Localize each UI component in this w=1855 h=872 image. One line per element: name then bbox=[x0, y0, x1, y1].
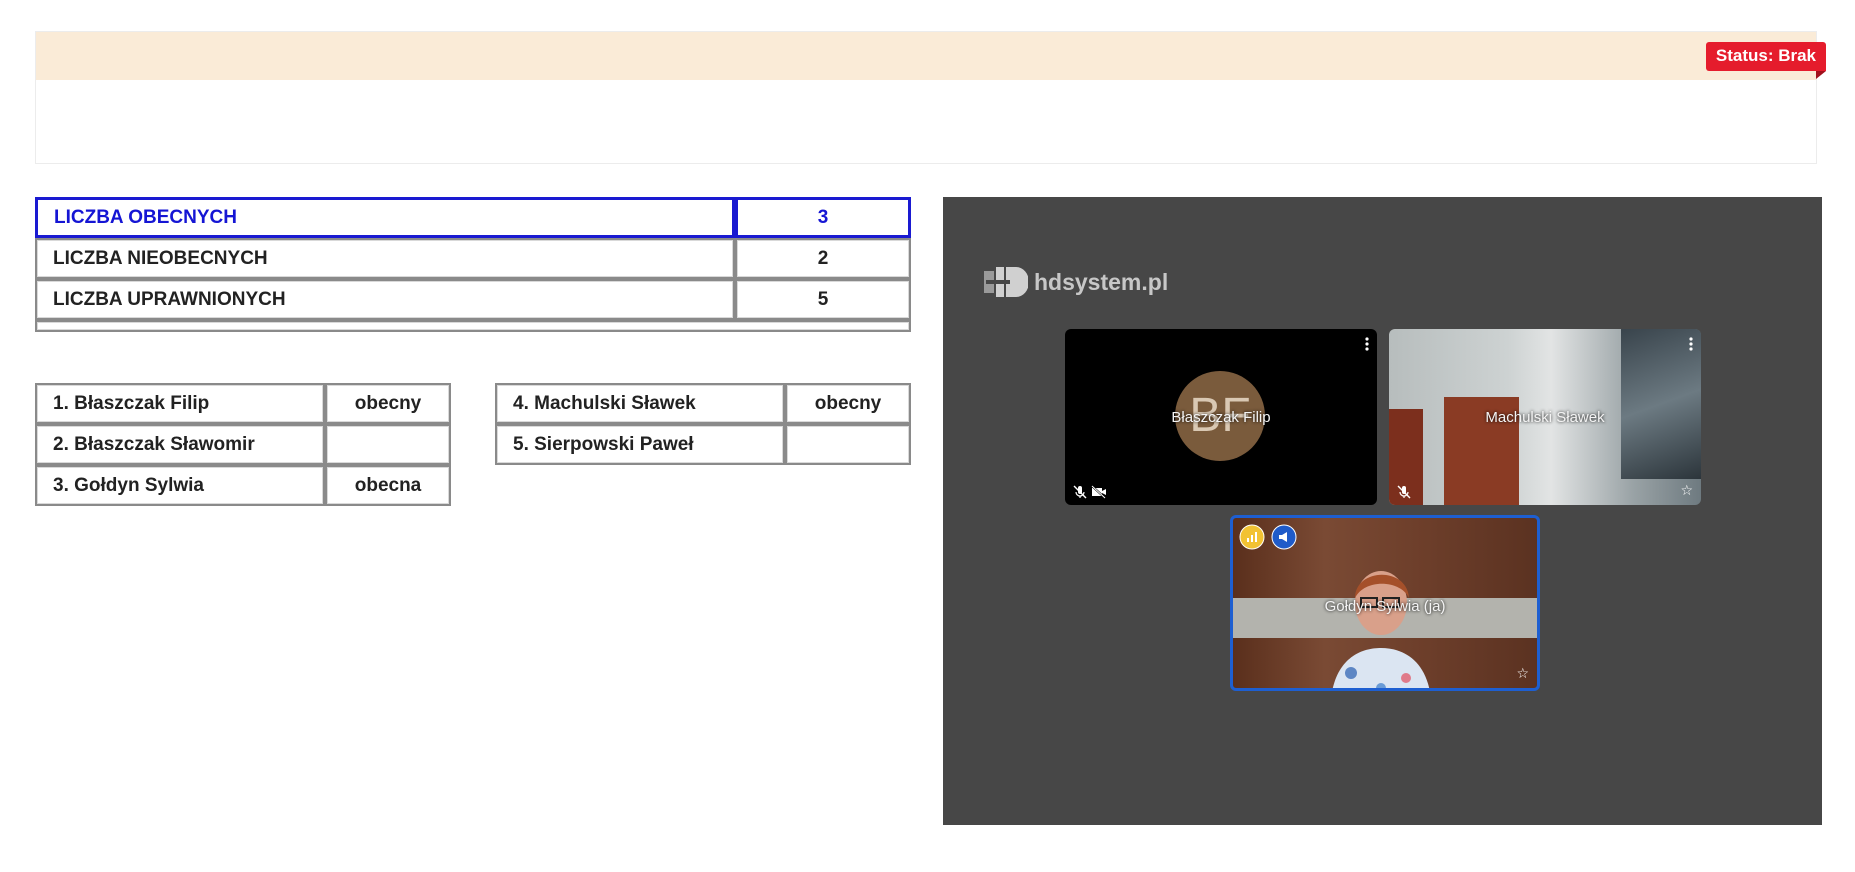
more-options-icon[interactable] bbox=[1689, 337, 1693, 351]
background-picture bbox=[1621, 329, 1701, 479]
tile-status-icons bbox=[1073, 485, 1107, 499]
hd-logo-icon bbox=[984, 267, 1028, 297]
hdsystem-logo: hdsystem.pl bbox=[984, 267, 1168, 297]
summary-label: LICZBA UPRAWNIONYCH bbox=[35, 279, 735, 320]
logo-text: hdsystem.pl bbox=[1034, 268, 1169, 295]
video-tile-goldyn-sylwia[interactable]: Gołdyn Sylwia (ja) ☆ bbox=[1230, 515, 1540, 691]
summary-row-eligible: LICZBA UPRAWNIONYCH 5 bbox=[35, 279, 911, 320]
summary-label: LICZBA OBECNYCH bbox=[35, 197, 735, 238]
tile-status-icons bbox=[1397, 485, 1411, 499]
mic-off-icon bbox=[1073, 485, 1087, 499]
member-status: obecny bbox=[325, 383, 451, 424]
table-row: 5. Sierpowski Paweł bbox=[495, 424, 911, 465]
member-name: 1. Błaszczak Filip bbox=[35, 383, 325, 424]
summary-value: 3 bbox=[735, 197, 911, 238]
summary-spacer-row bbox=[35, 320, 911, 332]
participant-name: Machulski Sławek bbox=[1485, 409, 1605, 426]
table-row: 3. Gołdyn Sylwia obecna bbox=[35, 465, 451, 506]
star-icon[interactable]: ☆ bbox=[1680, 482, 1693, 499]
video-tile-blaszczak-filip[interactable]: BF Błaszczak Filip bbox=[1065, 329, 1377, 505]
participant-name: Błaszczak Filip bbox=[1171, 409, 1271, 426]
summary-label: LICZBA NIEOBECNYCH bbox=[35, 238, 735, 279]
summary-row-present: LICZBA OBECNYCH 3 bbox=[35, 197, 911, 238]
table-row: 4. Machulski Sławek obecny bbox=[495, 383, 911, 424]
signal-strength-icon bbox=[1239, 524, 1265, 550]
participant-video-icon bbox=[1332, 571, 1430, 688]
more-options-icon[interactable] bbox=[1365, 337, 1369, 351]
status-badge: Status: Brak bbox=[1705, 42, 1827, 79]
member-status bbox=[785, 424, 911, 465]
video-tile-machulski-slawek[interactable]: Machulski Sławek ☆ bbox=[1389, 329, 1701, 505]
member-status: obecna bbox=[325, 465, 451, 506]
participant-name: Gołdyn Sylwia (ja) bbox=[1324, 598, 1446, 615]
header-band bbox=[36, 32, 1816, 80]
camera-off-icon bbox=[1091, 485, 1106, 499]
member-name: 3. Gołdyn Sylwia bbox=[35, 465, 325, 506]
summary-value: 2 bbox=[735, 238, 911, 279]
dominant-speaker-icon bbox=[1271, 524, 1297, 550]
table-row: 2. Błaszczak Sławomir bbox=[35, 424, 451, 465]
members-table-left: 1. Błaszczak Filip obecny 2. Błaszczak S… bbox=[35, 383, 451, 506]
member-name: 4. Machulski Sławek bbox=[495, 383, 785, 424]
member-name: 2. Błaszczak Sławomir bbox=[35, 424, 325, 465]
video-conference-panel: hdsystem.pl BF Błaszczak Filip Machulski… bbox=[943, 197, 1822, 825]
summary-row-absent: LICZBA NIEOBECNYCH 2 bbox=[35, 238, 911, 279]
header-panel: Status: Brak bbox=[35, 31, 1827, 164]
table-row: 1. Błaszczak Filip obecny bbox=[35, 383, 451, 424]
summary-spacer-cell bbox=[35, 320, 911, 332]
star-icon[interactable]: ☆ bbox=[1516, 665, 1529, 682]
members-table-right: 4. Machulski Sławek obecny 5. Sierpowski… bbox=[495, 383, 911, 465]
member-status bbox=[325, 424, 451, 465]
summary-value: 5 bbox=[735, 279, 911, 320]
member-name: 5. Sierpowski Paweł bbox=[495, 424, 785, 465]
summary-table: LICZBA OBECNYCH 3 LICZBA NIEOBECNYCH 2 L… bbox=[35, 197, 911, 332]
member-status: obecny bbox=[785, 383, 911, 424]
mic-off-icon bbox=[1397, 485, 1411, 499]
